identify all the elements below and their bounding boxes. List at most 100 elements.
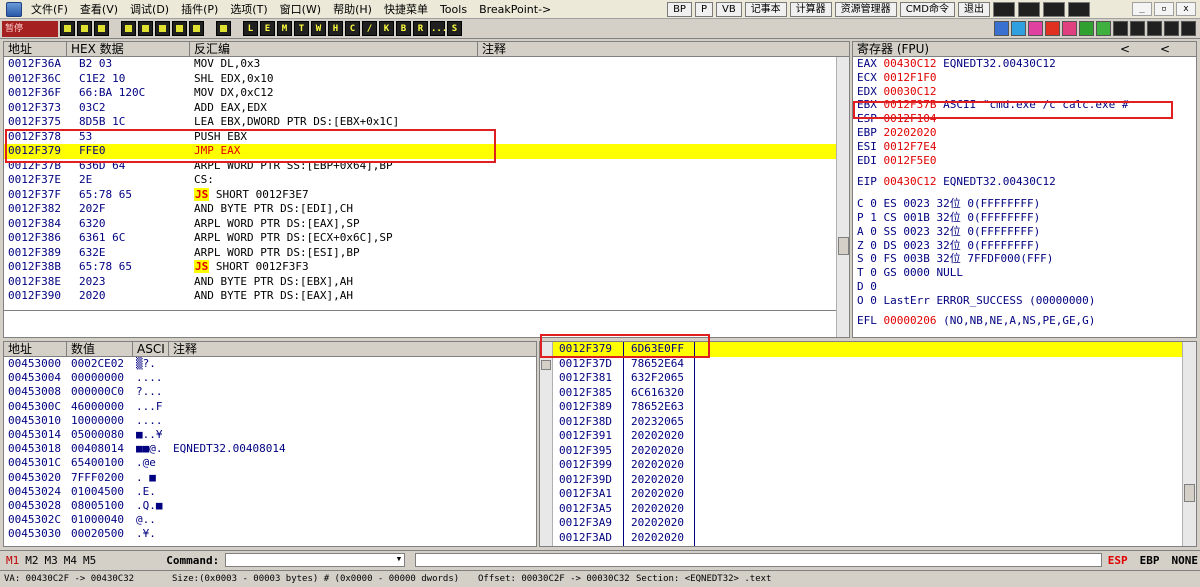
menu-file[interactable]: 文件(F) xyxy=(25,1,74,17)
windows-window-button[interactable]: W xyxy=(311,21,326,36)
register-row[interactable]: EDI 0012F5E0 xyxy=(853,154,1196,168)
register-row[interactable]: ESI 0012F7E4 xyxy=(853,140,1196,154)
disasm-row[interactable]: 0012F38E 2023 AND BYTE PTR DS:[EBX],AH xyxy=(4,275,836,290)
run-trace-window-button[interactable]: ... xyxy=(430,21,447,36)
disasm-row[interactable]: 0012F37F 65:78 65 JS SHORT 0012F3E7 xyxy=(4,187,836,203)
plugin-icon-6[interactable] xyxy=(1079,21,1094,36)
menu-plugins[interactable]: 插件(P) xyxy=(175,1,224,17)
register-row[interactable]: EAX 00430C12 EQNEDT32.00430C12 xyxy=(853,57,1196,71)
ebp-button[interactable]: EBP xyxy=(1134,554,1166,567)
flag-row[interactable]: O 0 LastErr ERROR_SUCCESS (00000000) xyxy=(853,294,1196,308)
stack-row[interactable]: 0012F381 632F2065 xyxy=(553,371,1183,386)
menu-shortcuts[interactable]: 快捷菜单 xyxy=(378,1,434,17)
efl-row[interactable]: EFL 00000206 (NO,NB,NE,A,NS,PE,GE,G) xyxy=(853,314,1196,328)
dump-row[interactable]: 00453020 7FFF0200 . ■ xyxy=(4,471,536,485)
custom-button-3[interactable] xyxy=(1043,1,1065,17)
disasm-row[interactable]: 0012F38B 65:78 65 JS SHORT 0012F3F3 xyxy=(4,260,836,275)
reg-prev-arrow[interactable]: < xyxy=(1116,42,1156,56)
none-button[interactable]: NONE xyxy=(1166,554,1200,567)
dump-col-comment[interactable]: 注释 xyxy=(169,342,536,356)
plugin-icon-8[interactable] xyxy=(1113,21,1128,36)
handles-window-button[interactable]: H xyxy=(328,21,343,36)
register-row[interactable]: EBX 0012F37B ASCII "cmd.exe /c calc.exe … xyxy=(853,98,1196,112)
col-address[interactable]: 地址 xyxy=(4,42,67,56)
mem-tab-m5[interactable]: M5 xyxy=(77,554,96,567)
stack-scrollbar[interactable] xyxy=(1182,342,1196,546)
plugin-icon-5[interactable] xyxy=(1062,21,1077,36)
explorer-button[interactable]: 资源管理器 xyxy=(834,1,897,17)
stack-row[interactable]: 0012F3A9 20202020 xyxy=(553,516,1183,531)
menu-options[interactable]: 选项(T) xyxy=(224,1,273,17)
custom-button-1[interactable] xyxy=(993,1,1015,17)
vb-button[interactable]: VB xyxy=(715,1,742,17)
flag-row[interactable]: S 0 FS 003B 32位 7FFDF000(FFF) xyxy=(853,252,1196,266)
disasm-scrollbar[interactable] xyxy=(836,57,849,337)
register-row[interactable]: ECX 0012F1F0 xyxy=(853,71,1196,85)
stack-row[interactable]: 0012F399 20202020 xyxy=(553,458,1183,473)
menu-view[interactable]: 查看(V) xyxy=(74,1,124,17)
dump-row[interactable]: 00453024 01004500 .E. xyxy=(4,485,536,499)
register-row[interactable]: EBP 20202020 xyxy=(853,126,1196,140)
dump-row[interactable]: 00453028 08005100 .Q.■ xyxy=(4,499,536,513)
trace-into-icon[interactable] xyxy=(172,21,187,36)
restart-icon[interactable] xyxy=(60,21,75,36)
plugin-icon-4[interactable] xyxy=(1045,21,1060,36)
stack-row[interactable]: 0012F391 20202020 xyxy=(553,429,1183,444)
memory-window-button[interactable]: M xyxy=(277,21,292,36)
dump-row[interactable]: 0045300C 46000000 ...F xyxy=(4,400,536,414)
disasm-row[interactable]: 0012F36F 66:BA 120C MOV DX,0xC12 xyxy=(4,86,836,101)
stack-row[interactable]: 0012F3A1 20202020 xyxy=(553,487,1183,502)
flag-row[interactable]: Z 0 DS 0023 32位 0(FFFFFFFF) xyxy=(853,239,1196,253)
menu-breakpoint[interactable]: BreakPoint-> xyxy=(473,3,557,16)
calculator-button[interactable]: 计算器 xyxy=(789,1,832,17)
mem-tab-m4[interactable]: M4 xyxy=(58,554,77,567)
esp-button[interactable]: ESP xyxy=(1102,554,1134,567)
p-button[interactable]: P xyxy=(694,1,713,17)
dump-row[interactable]: 00453018 00408014 ■■@. EQNEDT32.00408014 xyxy=(4,442,536,456)
source-window-button[interactable]: S xyxy=(447,21,462,36)
cmd-button[interactable]: CMD命令 xyxy=(899,1,955,17)
dump-row[interactable]: 00453010 10000000.... xyxy=(4,414,536,428)
stack-row[interactable]: 0012F3AD 20202020 xyxy=(553,531,1183,546)
disasm-row[interactable]: 0012F37E 2E CS: xyxy=(4,173,836,188)
patches-window-button[interactable]: / xyxy=(362,21,377,36)
stack-row[interactable]: 0012F38D 20232065 xyxy=(553,415,1183,430)
menu-window[interactable]: 窗口(W) xyxy=(274,1,327,17)
col-disasm[interactable]: 反汇编 xyxy=(190,42,478,56)
minimize-icon[interactable]: _ xyxy=(1132,2,1152,16)
disasm-row[interactable]: 0012F378 53 PUSH EBX xyxy=(4,130,836,145)
cpu-window-button[interactable]: C xyxy=(345,21,360,36)
eip-row[interactable]: EIP 00430C12 EQNEDT32.00430C12 xyxy=(853,175,1196,189)
stack-scroll-thumb[interactable] xyxy=(541,360,551,370)
close-icon[interactable]: x xyxy=(1176,2,1196,16)
trace-over-icon[interactable] xyxy=(189,21,204,36)
mem-tab-m2[interactable]: M2 xyxy=(19,554,38,567)
register-row[interactable]: ESP 0012F104 xyxy=(853,112,1196,126)
plugin-icon-12[interactable] xyxy=(1181,21,1196,36)
run-icon[interactable] xyxy=(94,21,109,36)
disasm-row[interactable]: 0012F36A B2 03 MOV DL,0x3 xyxy=(4,57,836,72)
dump-row[interactable]: 00453008 000000C0?... xyxy=(4,385,536,399)
stack-row[interactable]: 0012F37D 78652E64 xyxy=(553,357,1183,372)
execute-till-return-icon[interactable] xyxy=(216,21,231,36)
step-over-icon[interactable] xyxy=(155,21,170,36)
disasm-row[interactable]: 0012F384 6320 ARPL WORD PTR DS:[EAX],SP xyxy=(4,217,836,232)
dump-col-ascii[interactable]: ASCI xyxy=(133,342,169,356)
plugin-icon-1[interactable] xyxy=(994,21,1009,36)
mem-tab-m3[interactable]: M3 xyxy=(39,554,58,567)
disasm-row[interactable]: 0012F373 03C2 ADD EAX,EDX xyxy=(4,101,836,116)
disasm-row[interactable]: 0012F390 2020 AND BYTE PTR DS:[EAX],AH xyxy=(4,289,836,304)
mem-tab-m1[interactable]: M1 xyxy=(0,554,19,567)
flag-row[interactable]: A 0 SS 0023 32位 0(FFFFFFFF) xyxy=(853,225,1196,239)
disasm-row[interactable]: 0012F389 632E ARPL WORD PTR DS:[ESI],BP xyxy=(4,246,836,261)
custom-button-2[interactable] xyxy=(1018,1,1040,17)
disasm-row[interactable]: 0012F379 FFE0 JMP EAX xyxy=(4,144,836,159)
disasm-row[interactable]: 0012F382 202F AND BYTE PTR DS:[EDI],CH xyxy=(4,202,836,217)
dump-col-address[interactable]: 地址 xyxy=(4,342,67,356)
plugin-icon-3[interactable] xyxy=(1028,21,1043,36)
stack-row[interactable]: 0012F385 6C616320 xyxy=(553,386,1183,401)
exit-button[interactable]: 退出 xyxy=(958,1,990,17)
plugin-icon-7[interactable] xyxy=(1096,21,1111,36)
pause-icon[interactable] xyxy=(121,21,136,36)
stack-row[interactable]: 0012F389 78652E63 xyxy=(553,400,1183,415)
